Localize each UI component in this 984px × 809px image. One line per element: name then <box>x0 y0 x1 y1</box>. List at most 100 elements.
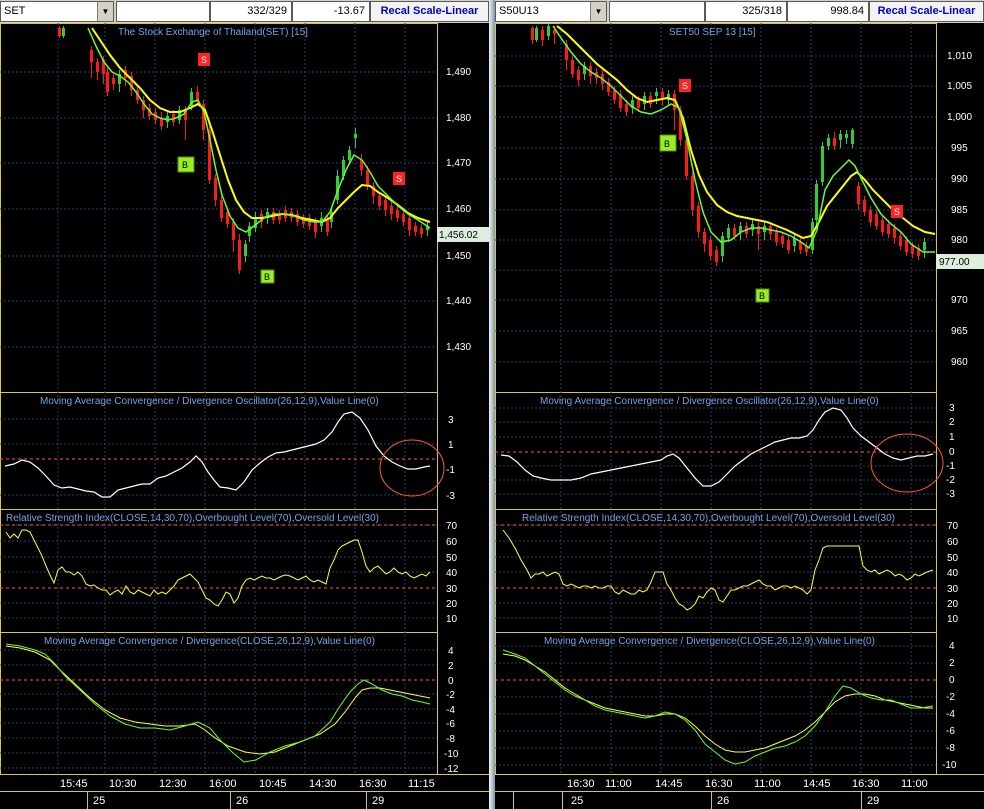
annotation-circle <box>870 433 944 493</box>
candle-body <box>821 146 824 182</box>
left-chart-toolbar: SET ▼ 332/329 -13.67 Recal Scale-Linear <box>0 0 489 23</box>
candle-body <box>863 200 866 212</box>
y-tick-label: 60 <box>947 537 959 548</box>
time-label: 16:30 <box>705 778 733 790</box>
y-tick-label: -10 <box>444 749 459 760</box>
osc-axis-labels: 3 1 -1 -3 <box>446 415 455 502</box>
signal-label: S <box>682 81 688 91</box>
chevron-down-icon[interactable]: ▼ <box>590 2 606 21</box>
signal-label: B <box>664 139 670 149</box>
y-tick-label: 980 <box>951 235 968 246</box>
time-label: 11:00 <box>605 778 632 790</box>
change-field: -13.67 <box>292 1 370 22</box>
time-label: 15:45 <box>60 778 88 790</box>
y-tick-label: -6 <box>446 719 455 730</box>
symbol-selector[interactable]: S50U13 ▼ <box>495 1 607 22</box>
candle-body <box>96 62 99 72</box>
candle-body <box>893 228 896 238</box>
y-tick-label: -1 <box>446 465 455 476</box>
rsi-panel-title: Relative Strength Index(CLOSE,14,30,70),… <box>6 513 379 524</box>
recal-scale-button[interactable]: Recal Scale-Linear <box>869 1 984 22</box>
candle-body <box>396 210 399 218</box>
candle-body <box>220 200 223 218</box>
candle-body <box>923 242 926 250</box>
time-label: 10:30 <box>109 778 137 790</box>
y-tick-label: -12 <box>444 764 459 775</box>
candle-body <box>244 244 247 256</box>
price-axis-labels: 1,490 1,480 1,470 1,460 1,450 1,440 1,43… <box>446 67 471 353</box>
macd-axis-labels: 4 2 0 -2 -4 -6 -8 -10 <box>942 641 957 771</box>
candle-body <box>366 170 369 186</box>
candle-body <box>899 236 902 246</box>
osc-line <box>4 411 431 498</box>
signal-sell-marker[interactable]: S <box>393 172 405 185</box>
macd-panel-title: Moving Average Convergence / Divergence(… <box>44 636 375 647</box>
price-panel-title: SET50 SEP 13 [15] <box>669 27 756 38</box>
y-tick-label: -3 <box>946 489 955 500</box>
y-tick-label: 1,490 <box>446 67 471 78</box>
bar-count-field: 332/329 <box>210 1 292 22</box>
y-tick-label: 1,480 <box>446 113 471 124</box>
y-tick-label: 30 <box>446 584 458 595</box>
signal-sell-marker[interactable]: S <box>891 205 903 218</box>
y-tick-label: 50 <box>947 553 959 564</box>
chevron-down-icon[interactable]: ▼ <box>97 2 113 21</box>
date-label: 25 <box>93 795 105 807</box>
y-tick-label: 0 <box>448 676 454 687</box>
candle-body <box>531 28 534 40</box>
y-tick-label: 3 <box>949 403 955 414</box>
signal-label: B <box>759 291 765 301</box>
y-tick-label: 20 <box>947 599 959 610</box>
macd-signal-line <box>502 649 934 765</box>
signal-buy-marker[interactable]: B <box>659 134 677 152</box>
candle-body <box>637 100 640 108</box>
time-label: 16:30 <box>852 778 880 790</box>
signal-sell-marker[interactable]: S <box>679 79 691 92</box>
signal-buy-marker[interactable]: B <box>260 269 275 284</box>
osc-panel-title: Moving Average Convergence / Divergence … <box>540 396 879 407</box>
candle-body <box>875 214 878 226</box>
rsi-axis-labels: 70 60 50 40 30 20 10 <box>947 521 959 625</box>
price-candles <box>58 26 429 274</box>
ma-slow-line <box>91 27 431 224</box>
osc-panel-frame <box>0 392 438 510</box>
osc-axis-labels: 3 2 1 0 -1 -2 -3 <box>946 403 955 500</box>
candle-body <box>58 28 61 36</box>
candle-body <box>354 134 357 138</box>
date-label: 26 <box>717 795 729 807</box>
rsi-line <box>502 529 934 611</box>
candle-body <box>326 220 329 232</box>
signal-buy-marker[interactable]: B <box>177 156 195 173</box>
candle-body <box>420 228 423 234</box>
signal-sell-marker[interactable]: S <box>198 53 210 66</box>
right-chart-toolbar: S50U13 ▼ 325/318 998.84 Recal Scale-Line… <box>495 0 984 23</box>
candle-body <box>697 206 700 232</box>
candle-body <box>815 184 818 220</box>
candle-body <box>703 232 706 244</box>
candle-body <box>535 28 538 40</box>
y-tick-label: -2 <box>946 475 955 486</box>
left-chart-canvas[interactable]: S B B S 1,456.02 The Stock Exchange of T… <box>0 23 489 809</box>
y-tick-label: 40 <box>947 568 959 579</box>
y-tick-label: 0 <box>949 675 955 686</box>
signal-buy-marker[interactable]: B <box>755 288 770 303</box>
recal-scale-button[interactable]: Recal Scale-Linear <box>370 1 489 22</box>
candle-body <box>869 210 872 222</box>
osc-panel-title: Moving Average Convergence / Divergence … <box>40 396 379 407</box>
y-tick-label: 4 <box>949 641 955 652</box>
y-tick-label: 20 <box>446 599 458 610</box>
rsi-panel-frame <box>0 509 438 633</box>
y-tick-label: -10 <box>942 760 957 771</box>
right-chart-canvas[interactable]: S B B S 977.00 SET50 SEP 13 [15] Moving … <box>495 23 984 809</box>
candle-body <box>314 222 317 232</box>
candle-body <box>378 196 381 206</box>
time-axis: 16:30 11:00 14:45 16:30 11:00 14:45 16:3… <box>495 774 984 809</box>
y-tick-label: 1 <box>949 432 955 443</box>
y-tick-label: 30 <box>947 584 959 595</box>
y-tick-label: 1,000 <box>947 112 972 123</box>
candle-body <box>414 226 417 232</box>
osc-line <box>500 407 934 487</box>
symbol-selector[interactable]: SET ▼ <box>0 1 114 22</box>
candle-body <box>577 70 580 80</box>
candle-body <box>781 236 784 244</box>
